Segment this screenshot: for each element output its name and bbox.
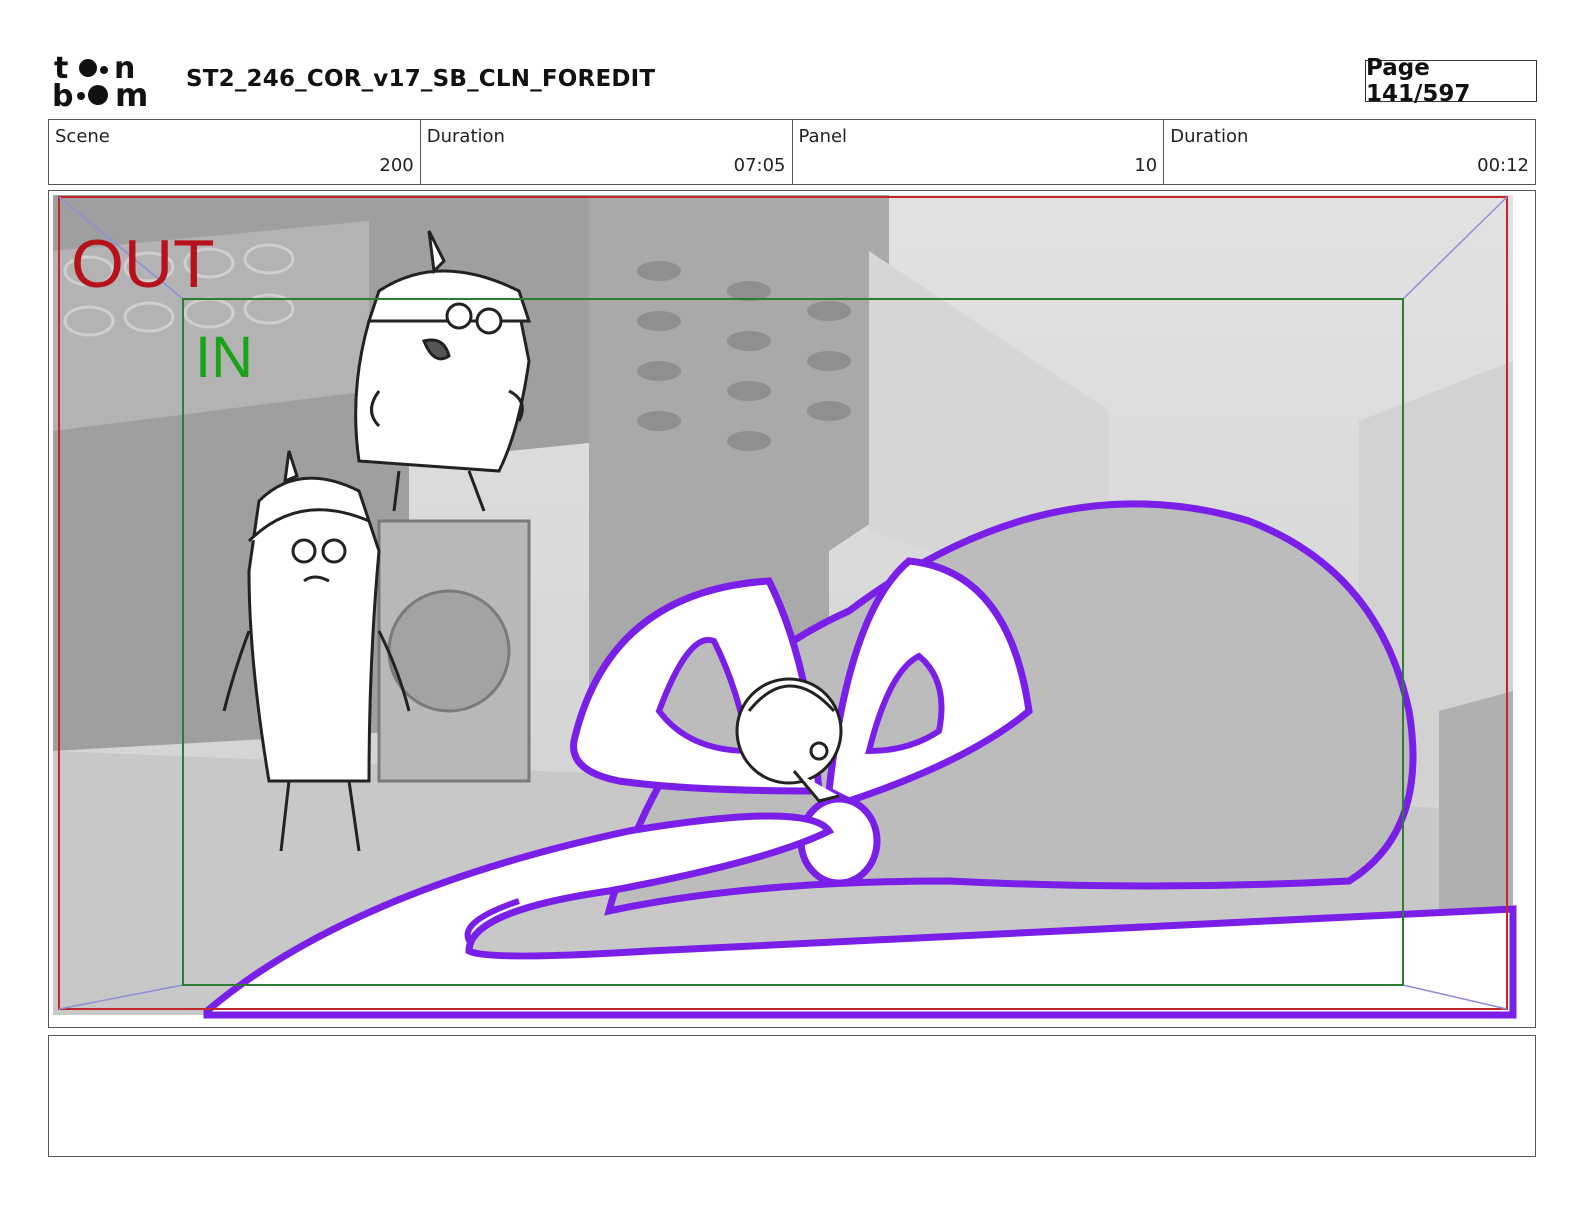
storyboard-panel: OUT IN: [48, 190, 1536, 1028]
panel-value: 10: [1134, 155, 1158, 176]
panel-duration-label: Duration: [1170, 126, 1249, 147]
page-number: Page 141/597: [1365, 55, 1537, 107]
scene-cell: Scene 200: [49, 120, 421, 184]
panel-cell: Panel 10: [793, 120, 1165, 184]
panel-duration-value: 00:12: [1477, 155, 1529, 176]
panel-duration-cell: Duration 00:12: [1164, 120, 1535, 184]
pedestal-emblem: [387, 589, 511, 713]
document-title: ST2_246_COR_v17_SB_CLN_FOREDIT: [186, 66, 656, 92]
in-label: IN: [195, 325, 253, 390]
scene-duration-value: 07:05: [733, 155, 786, 176]
panel-notes-box: [48, 1035, 1536, 1157]
toon-boom-logo: t n b m: [52, 51, 164, 114]
scene-info-table: Scene 200 Duration 07:05 Panel 10 Durati…: [48, 119, 1536, 185]
scene-duration-label: Duration: [426, 126, 505, 147]
svg-text:b: b: [52, 79, 73, 110]
scene-value: 200: [379, 155, 414, 176]
out-label: OUT: [71, 226, 215, 302]
scene-duration-cell: Duration 07:05: [421, 120, 793, 184]
scene-label: Scene: [55, 126, 110, 147]
panel-label: Panel: [798, 126, 848, 147]
panel-artwork: OUT IN: [53, 195, 1517, 1019]
right-crate: [1439, 691, 1513, 911]
svg-text:m: m: [115, 76, 148, 110]
